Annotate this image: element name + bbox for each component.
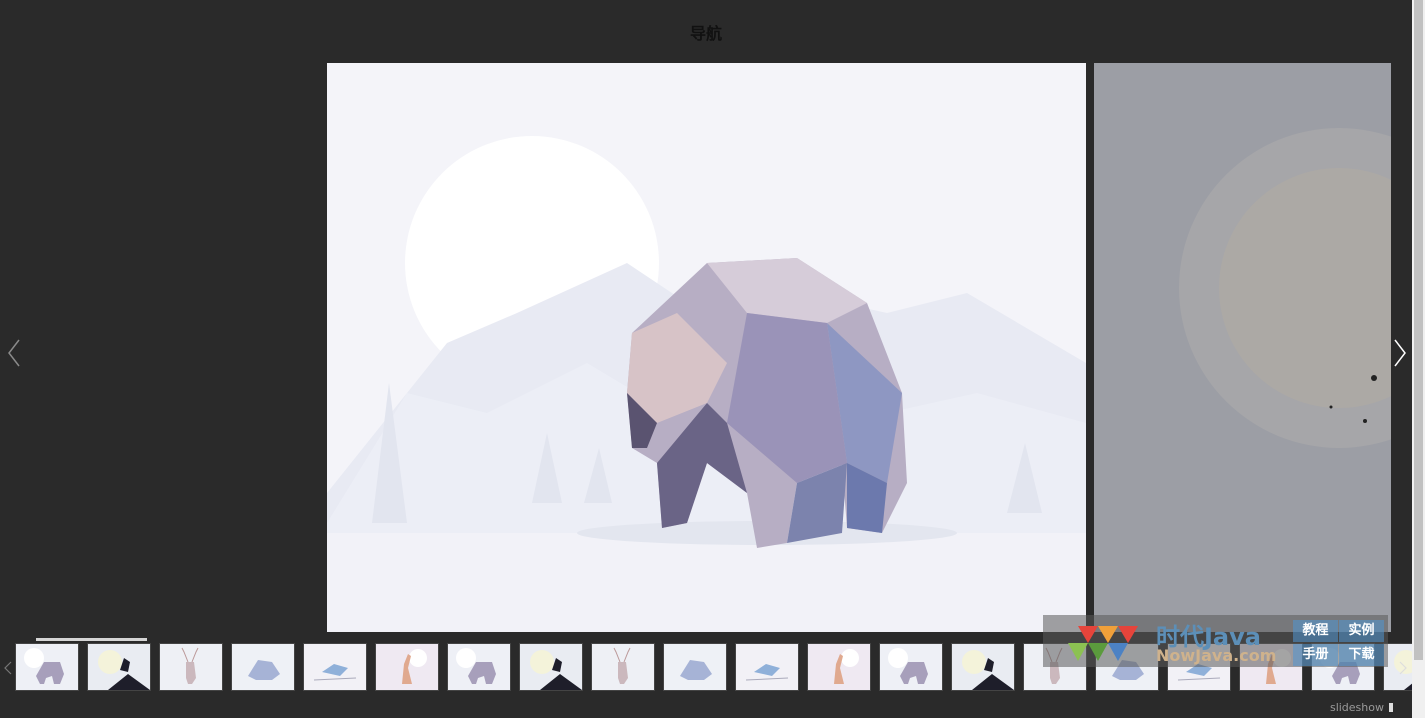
thumbnail-bear[interactable]	[879, 643, 943, 691]
scrollbar-thumb[interactable]	[1414, 0, 1423, 660]
watermark-link-download[interactable]: 下载	[1339, 644, 1384, 666]
thumbnail-deer[interactable]	[159, 643, 223, 691]
thumbnail-image	[736, 644, 798, 690]
thumbnail-image	[232, 644, 294, 690]
slideshow-toggle[interactable]: slideshow	[1330, 701, 1393, 714]
next-slide-preview[interactable]	[1094, 63, 1391, 632]
thumbnail-image	[880, 644, 942, 690]
thumbnail-image	[304, 644, 366, 690]
slideshow-label: slideshow	[1329, 701, 1384, 714]
thumbnail-image	[376, 644, 438, 690]
page-title: 导航	[689, 24, 722, 43]
chevron-left-icon	[8, 339, 20, 367]
thumbnail-image	[160, 644, 222, 690]
watermark-domain: NowJava.com	[1156, 646, 1277, 665]
thumbnail-image	[664, 644, 726, 690]
thumbnail-giraffe[interactable]	[375, 643, 439, 691]
chevron-left-icon	[4, 661, 12, 675]
thumbnail-image	[592, 644, 654, 690]
thumbnail-crow[interactable]	[519, 643, 583, 691]
prev-slide-button[interactable]	[6, 338, 22, 368]
pause-icon	[1389, 703, 1393, 712]
thumbnail-bear[interactable]	[15, 643, 79, 691]
chevron-right-icon	[1399, 661, 1407, 675]
thumbnail-image	[448, 644, 510, 690]
thumbnail-crow[interactable]	[951, 643, 1015, 691]
thumbnail-deer[interactable]	[591, 643, 655, 691]
thumbnail-image	[1384, 644, 1412, 690]
next-slide-button[interactable]	[1392, 338, 1408, 368]
thumbnail-bear[interactable]	[447, 643, 511, 691]
main-slide-image	[327, 63, 1086, 632]
page-scrollbar[interactable]	[1412, 0, 1425, 718]
thumbnail-image	[88, 644, 150, 690]
thumbnail-prev-button[interactable]	[4, 660, 12, 675]
thumbnail-crow[interactable]	[87, 643, 151, 691]
thumbnail-fox[interactable]	[663, 643, 727, 691]
thumbnail-image	[808, 644, 870, 690]
thumbnail-image	[16, 644, 78, 690]
thumbnail-giraffe[interactable]	[807, 643, 871, 691]
thumbnail-next-button[interactable]	[1399, 660, 1407, 675]
thumbnail-fox[interactable]	[231, 643, 295, 691]
thumbnail-bird[interactable]	[735, 643, 799, 691]
chevron-right-icon	[1394, 339, 1406, 367]
thumbnail-bird[interactable]	[303, 643, 367, 691]
watermark-link-examples[interactable]: 实例	[1339, 620, 1384, 642]
thumbnail-image	[952, 644, 1014, 690]
thumbnail-image	[520, 644, 582, 690]
watermark-link-tutorial[interactable]: 教程	[1293, 620, 1338, 642]
watermark: 时代Java NowJava.com 教程 实例 手册 下载	[1043, 615, 1388, 667]
watermark-logo	[1068, 626, 1138, 661]
watermark-link-manual[interactable]: 手册	[1293, 644, 1338, 666]
